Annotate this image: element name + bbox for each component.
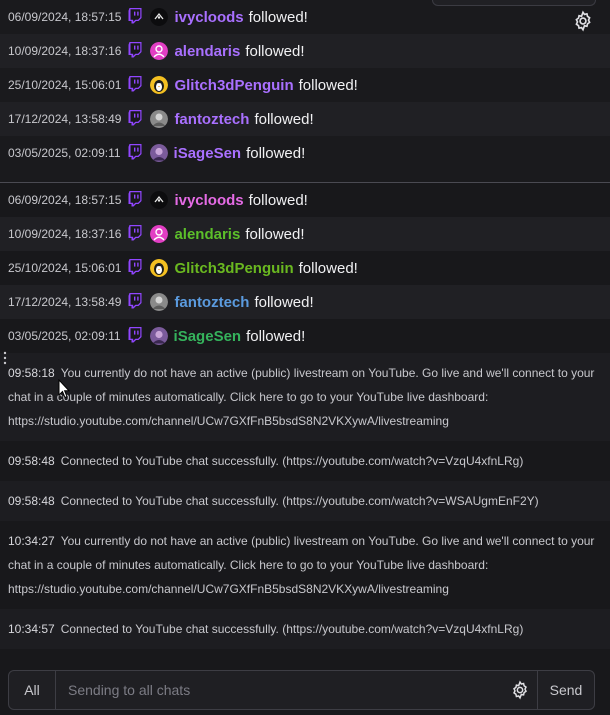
chat-composer: All Send: [8, 670, 595, 710]
system-message-row[interactable]: 10:34:57 Connected to YouTube chat succes…: [0, 649, 610, 664]
avatar[interactable]: [150, 259, 169, 277]
avatar[interactable]: [150, 293, 169, 311]
twitch-icon: [128, 42, 142, 58]
event-text: followed!: [254, 293, 314, 311]
event-timestamp: 10/09/2024, 18:37:16: [8, 227, 122, 241]
twitch-icon: [128, 191, 142, 207]
twitch-icon: [128, 144, 142, 160]
system-message-row[interactable]: 09:58:48 Connected to YouTube chat succes…: [0, 481, 610, 521]
system-message-row[interactable]: 10:34:27 You currently do not have an act…: [0, 521, 610, 609]
username[interactable]: fantoztech: [174, 294, 249, 311]
event-text: followed!: [298, 76, 358, 94]
event-text: followed!: [254, 110, 314, 128]
follow-event-row: 06/09/2024, 18:57:15 ivycloods followed!: [0, 183, 610, 217]
avatar[interactable]: [150, 191, 169, 209]
composer-settings-button[interactable]: [503, 671, 537, 709]
panel-tab-handle[interactable]: [432, 0, 596, 6]
message-text: Connected to YouTube chat successfully. …: [61, 662, 539, 664]
message-timestamp: 09:58:48: [8, 454, 55, 468]
event-text: followed!: [245, 42, 305, 60]
avatar[interactable]: [150, 110, 169, 128]
chat-log[interactable]: 06/09/2024, 18:57:15 ivycloods followed! 10…: [0, 0, 610, 664]
event-timestamp: 17/12/2024, 13:58:49: [8, 112, 122, 126]
twitch-icon: [128, 8, 142, 24]
message-text: Connected to YouTube chat successfully. …: [60, 622, 524, 636]
event-text: followed!: [298, 259, 358, 277]
avatar[interactable]: [150, 8, 169, 26]
event-timestamp: 10/09/2024, 18:37:16: [8, 44, 122, 58]
username[interactable]: Glitch3dPenguin: [174, 260, 293, 277]
username[interactable]: alendaris: [174, 226, 240, 243]
chat-messages-panel: 06/09/2024, 18:57:15 ivycloods followed! 10…: [0, 183, 610, 664]
gear-icon[interactable]: [572, 10, 594, 32]
follow-event-row: 03/05/2025, 02:09:11 iSageSen followed!: [0, 319, 610, 353]
event-timestamp: 03/05/2025, 02:09:11: [8, 146, 121, 160]
follow-events-panel: 06/09/2024, 18:57:15 ivycloods followed! 10…: [0, 0, 610, 182]
event-timestamp: 03/05/2025, 02:09:11: [8, 329, 121, 343]
message-text: You currently do not have an active (pub…: [8, 534, 595, 596]
twitch-icon: [128, 76, 142, 92]
mouse-cursor-icon: [58, 379, 70, 399]
follow-event-row: 25/10/2024, 15:06:01 Glitch3dPenguin follo…: [0, 68, 610, 102]
chat-input[interactable]: [56, 670, 503, 710]
send-button[interactable]: Send: [537, 671, 594, 709]
follow-event-row: 17/12/2024, 13:58:49 fantoztech followed!: [0, 102, 610, 136]
follow-event-row: 03/05/2025, 02:09:11 iSageSen followed!: [0, 136, 610, 170]
username[interactable]: iSageSen: [174, 145, 242, 162]
avatar[interactable]: [150, 42, 169, 60]
event-timestamp: 25/10/2024, 15:06:01: [8, 78, 122, 92]
event-text: followed!: [248, 191, 308, 209]
event-text: followed!: [246, 327, 306, 345]
twitch-icon: [128, 110, 142, 126]
event-text: followed!: [245, 225, 305, 243]
follow-event-row: 10/09/2024, 18:37:16 alendaris followed!: [0, 34, 610, 68]
username[interactable]: fantoztech: [174, 111, 249, 128]
follow-event-row: 10/09/2024, 18:37:16 alendaris followed!: [0, 217, 610, 251]
avatar[interactable]: [149, 144, 168, 162]
follow-event-row: 17/12/2024, 13:58:49 fantoztech followed!: [0, 285, 610, 319]
username[interactable]: ivycloods: [174, 192, 243, 209]
system-message-row[interactable]: 09:58:48 Connected to YouTube chat succes…: [0, 441, 610, 481]
more-vertical-icon[interactable]: [3, 351, 7, 365]
follow-event-row: 25/10/2024, 15:06:01 Glitch3dPenguin follo…: [0, 251, 610, 285]
message-timestamp: 10:34:57: [8, 622, 55, 636]
avatar[interactable]: [150, 225, 169, 243]
message-timestamp: 10:34:27: [8, 534, 55, 548]
username[interactable]: iSageSen: [174, 328, 242, 345]
event-timestamp: 06/09/2024, 18:57:15: [8, 10, 122, 24]
twitch-icon: [128, 259, 142, 275]
username[interactable]: ivycloods: [174, 9, 243, 26]
avatar[interactable]: [149, 327, 168, 345]
username[interactable]: Glitch3dPenguin: [174, 77, 293, 94]
event-text: followed!: [246, 144, 306, 162]
message-text: Connected to YouTube chat successfully. …: [60, 454, 524, 468]
message-text: Connected to YouTube chat successfully. …: [60, 494, 539, 508]
twitch-icon: [128, 293, 142, 309]
message-timestamp: 09:58:48: [8, 494, 55, 508]
gear-icon: [513, 680, 527, 700]
system-message-row[interactable]: 10:34:57 Connected to YouTube chat succes…: [0, 609, 610, 649]
twitch-icon: [128, 225, 142, 241]
twitch-icon: [128, 327, 142, 343]
message-text: You currently do not have an active (pub…: [8, 366, 595, 428]
event-timestamp: 17/12/2024, 13:58:49: [8, 295, 122, 309]
event-timestamp: 25/10/2024, 15:06:01: [8, 261, 122, 275]
event-text: followed!: [248, 8, 308, 26]
system-message-row[interactable]: 09:58:18 You currently do not have an act…: [0, 353, 610, 441]
message-timestamp: 10:34:57: [8, 662, 55, 664]
event-timestamp: 06/09/2024, 18:57:15: [8, 193, 122, 207]
chat-target-all-button[interactable]: All: [9, 671, 56, 709]
username[interactable]: alendaris: [174, 43, 240, 60]
avatar[interactable]: [150, 76, 169, 94]
message-timestamp: 09:58:18: [8, 366, 55, 380]
